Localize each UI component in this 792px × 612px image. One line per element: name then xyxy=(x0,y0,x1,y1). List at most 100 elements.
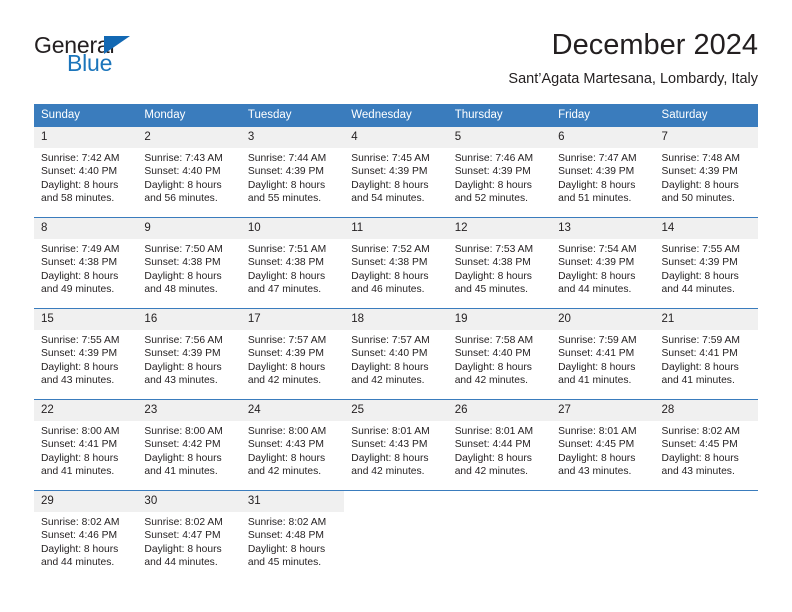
sunrise-text: Sunrise: 7:44 AM xyxy=(247,153,327,164)
day-number xyxy=(344,491,448,512)
calendar-day-cell[interactable]: 16 Sunrise: 7:56 AM Sunset: 4:39 PM Dayligh… xyxy=(137,308,241,400)
sunrise-text: Sunrise: 7:50 AM xyxy=(144,244,223,255)
daylight-text: Daylight: 8 hours and 52 minutes. xyxy=(454,179,532,205)
calendar-day-cell[interactable]: 19 Sunrise: 7:58 AM Sunset: 4:40 PM Dayligh… xyxy=(447,308,552,400)
calendar-day-cell[interactable]: 6 Sunrise: 7:47 AM Sunset: 4:39 PM Daylight… xyxy=(551,126,655,218)
calendar-day-cell[interactable]: 23 Sunrise: 8:00 AM Sunset: 4:42 PM Dayligh… xyxy=(137,399,241,491)
day-number: 20 xyxy=(551,309,655,330)
logo-text-blue: Blue xyxy=(67,50,113,76)
calendar-day-cell[interactable]: 31 Sunrise: 8:02 AM Sunset: 4:48 PM Dayligh… xyxy=(240,490,345,581)
day-number: 24 xyxy=(240,400,345,421)
sunrise-text: Sunrise: 8:01 AM xyxy=(351,426,430,437)
daylight-text: Daylight: 8 hours and 43 minutes. xyxy=(661,452,739,478)
day-number: 25 xyxy=(344,400,448,421)
sunrise-text: Sunrise: 7:43 AM xyxy=(144,153,223,164)
daylight-text: Daylight: 8 hours and 41 minutes. xyxy=(558,361,636,387)
weekday-header-monday: Monday xyxy=(137,104,241,127)
calendar-day-cell[interactable]: 14 Sunrise: 7:55 AM Sunset: 4:39 PM Dayligh… xyxy=(654,217,758,309)
daylight-text: Daylight: 8 hours and 43 minutes. xyxy=(41,361,119,387)
day-number: 23 xyxy=(137,400,241,421)
sunset-text: Sunset: 4:38 PM xyxy=(41,257,118,269)
sunset-text: Sunset: 4:39 PM xyxy=(558,257,635,269)
calendar-day-cell[interactable]: 13 Sunrise: 7:54 AM Sunset: 4:39 PM Dayligh… xyxy=(551,217,655,309)
calendar-day-cell[interactable]: 21 Sunrise: 7:59 AM Sunset: 4:41 PM Dayligh… xyxy=(654,308,758,400)
calendar-day-cell[interactable]: 25 Sunrise: 8:01 AM Sunset: 4:43 PM Dayligh… xyxy=(344,399,448,491)
calendar-day-cell[interactable]: 20 Sunrise: 7:59 AM Sunset: 4:41 PM Dayligh… xyxy=(551,308,655,400)
daylight-text: Daylight: 8 hours and 49 minutes. xyxy=(41,270,119,296)
calendar-day-cell[interactable]: 2 Sunrise: 7:43 AM Sunset: 4:40 PM Daylight… xyxy=(137,126,241,218)
day-number: 12 xyxy=(447,218,552,239)
sunrise-text: Sunrise: 8:02 AM xyxy=(661,426,740,437)
daylight-text: Daylight: 8 hours and 45 minutes. xyxy=(454,270,532,296)
calendar-day-cell[interactable]: 17 Sunrise: 7:57 AM Sunset: 4:39 PM Dayligh… xyxy=(240,308,345,400)
calendar-day-cell[interactable]: 5 Sunrise: 7:46 AM Sunset: 4:39 PM Daylight… xyxy=(447,126,552,218)
calendar-day-cell[interactable]: 18 Sunrise: 7:57 AM Sunset: 4:40 PM Dayligh… xyxy=(344,308,448,400)
day-number xyxy=(551,491,655,512)
day-number: 10 xyxy=(240,218,345,239)
calendar-day-cell[interactable]: 8 Sunrise: 7:49 AM Sunset: 4:38 PM Daylight… xyxy=(34,217,138,309)
sunset-text: Sunset: 4:43 PM xyxy=(351,439,428,451)
calendar-day-cell[interactable]: 29 Sunrise: 8:02 AM Sunset: 4:46 PM Dayligh… xyxy=(34,490,138,581)
daylight-text: Daylight: 8 hours and 46 minutes. xyxy=(351,270,429,296)
sunrise-text: Sunrise: 7:54 AM xyxy=(558,244,637,255)
sunrise-text: Sunrise: 7:59 AM xyxy=(661,335,740,346)
calendar-day-cell[interactable]: 26 Sunrise: 8:01 AM Sunset: 4:44 PM Dayligh… xyxy=(447,399,552,491)
sunrise-text: Sunrise: 7:47 AM xyxy=(558,153,637,164)
sunset-text: Sunset: 4:38 PM xyxy=(454,257,531,269)
calendar-day-cell[interactable]: 22 Sunrise: 8:00 AM Sunset: 4:41 PM Dayligh… xyxy=(34,399,138,491)
sunset-text: Sunset: 4:44 PM xyxy=(454,439,531,451)
sunrise-text: Sunrise: 7:59 AM xyxy=(558,335,637,346)
sunset-text: Sunset: 4:39 PM xyxy=(661,166,738,178)
sunset-text: Sunset: 4:48 PM xyxy=(247,530,324,542)
sunrise-text: Sunrise: 8:00 AM xyxy=(247,426,327,437)
sunset-text: Sunset: 4:41 PM xyxy=(661,348,738,360)
day-number: 27 xyxy=(551,400,655,421)
daylight-text: Daylight: 8 hours and 44 minutes. xyxy=(661,270,739,296)
calendar-week-row: 29 Sunrise: 8:02 AM Sunset: 4:46 PM Dayligh… xyxy=(34,490,758,581)
calendar-day-cell[interactable]: 27 Sunrise: 8:01 AM Sunset: 4:45 PM Dayligh… xyxy=(551,399,655,491)
daylight-text: Daylight: 8 hours and 41 minutes. xyxy=(144,452,222,478)
weekday-header-wednesday: Wednesday xyxy=(344,104,448,127)
daylight-text: Daylight: 8 hours and 42 minutes. xyxy=(247,452,326,478)
calendar-day-cell[interactable]: 1 Sunrise: 7:42 AM Sunset: 4:40 PM Daylight… xyxy=(34,126,138,218)
calendar-day-cell[interactable]: 12 Sunrise: 7:53 AM Sunset: 4:38 PM Dayligh… xyxy=(447,217,552,309)
calendar-day-cell[interactable]: 30 Sunrise: 8:02 AM Sunset: 4:47 PM Dayligh… xyxy=(137,490,241,581)
daylight-text: Daylight: 8 hours and 42 minutes. xyxy=(351,452,429,478)
page-header: General Blue December 2024 Sant’Agata Ma… xyxy=(34,28,758,98)
calendar-body: 1 Sunrise: 7:42 AM Sunset: 4:40 PM Daylight… xyxy=(34,126,758,581)
sunrise-text: Sunrise: 7:58 AM xyxy=(454,335,534,346)
calendar-day-cell[interactable]: 15 Sunrise: 7:55 AM Sunset: 4:39 PM Dayligh… xyxy=(34,308,138,400)
sunrise-text: Sunrise: 7:55 AM xyxy=(661,244,740,255)
day-number: 21 xyxy=(654,309,758,330)
calendar-day-cell[interactable]: 4 Sunrise: 7:45 AM Sunset: 4:39 PM Daylight… xyxy=(344,126,448,218)
calendar-day-cell[interactable]: 10 Sunrise: 7:51 AM Sunset: 4:38 PM Dayligh… xyxy=(240,217,345,309)
daylight-text: Daylight: 8 hours and 41 minutes. xyxy=(41,452,119,478)
sunset-text: Sunset: 4:38 PM xyxy=(247,257,324,269)
calendar-day-cell[interactable]: 28 Sunrise: 8:02 AM Sunset: 4:45 PM Dayligh… xyxy=(654,399,758,491)
sunset-text: Sunset: 4:42 PM xyxy=(144,439,221,451)
day-number: 1 xyxy=(34,127,138,148)
sunrise-text: Sunrise: 7:48 AM xyxy=(661,153,740,164)
day-number: 31 xyxy=(240,491,345,512)
daylight-text: Daylight: 8 hours and 44 minutes. xyxy=(41,543,119,569)
calendar-day-cell[interactable]: 7 Sunrise: 7:48 AM Sunset: 4:39 PM Daylight… xyxy=(654,126,758,218)
day-number: 4 xyxy=(344,127,448,148)
calendar-week-row: 8 Sunrise: 7:49 AM Sunset: 4:38 PM Daylight… xyxy=(34,217,758,309)
day-number: 6 xyxy=(551,127,655,148)
calendar-day-cell[interactable]: 3 Sunrise: 7:44 AM Sunset: 4:39 PM Daylight… xyxy=(240,126,345,218)
calendar-day-cell[interactable]: 11 Sunrise: 7:52 AM Sunset: 4:38 PM Dayligh… xyxy=(344,217,448,309)
calendar-week-row: 1 Sunrise: 7:42 AM Sunset: 4:40 PM Daylight… xyxy=(34,126,758,218)
calendar-day-cell[interactable]: 24 Sunrise: 8:00 AM Sunset: 4:43 PM Dayligh… xyxy=(240,399,345,491)
sunrise-text: Sunrise: 8:01 AM xyxy=(558,426,637,437)
sunrise-text: Sunrise: 8:00 AM xyxy=(41,426,120,437)
general-blue-logo[interactable]: General Blue xyxy=(34,32,234,88)
sunset-text: Sunset: 4:39 PM xyxy=(247,166,324,178)
daylight-text: Daylight: 8 hours and 42 minutes. xyxy=(247,361,326,387)
sunset-text: Sunset: 4:39 PM xyxy=(454,166,531,178)
sunrise-text: Sunrise: 7:55 AM xyxy=(41,335,120,346)
sunset-text: Sunset: 4:43 PM xyxy=(247,439,324,451)
calendar-day-cell[interactable]: 9 Sunrise: 7:50 AM Sunset: 4:38 PM Daylight… xyxy=(137,217,241,309)
title-block: December 2024 Sant’Agata Martesana, Lomb… xyxy=(508,28,758,89)
page-subtitle: Sant’Agata Martesana, Lombardy, Italy xyxy=(508,71,758,87)
daylight-text: Daylight: 8 hours and 45 minutes. xyxy=(247,543,326,569)
